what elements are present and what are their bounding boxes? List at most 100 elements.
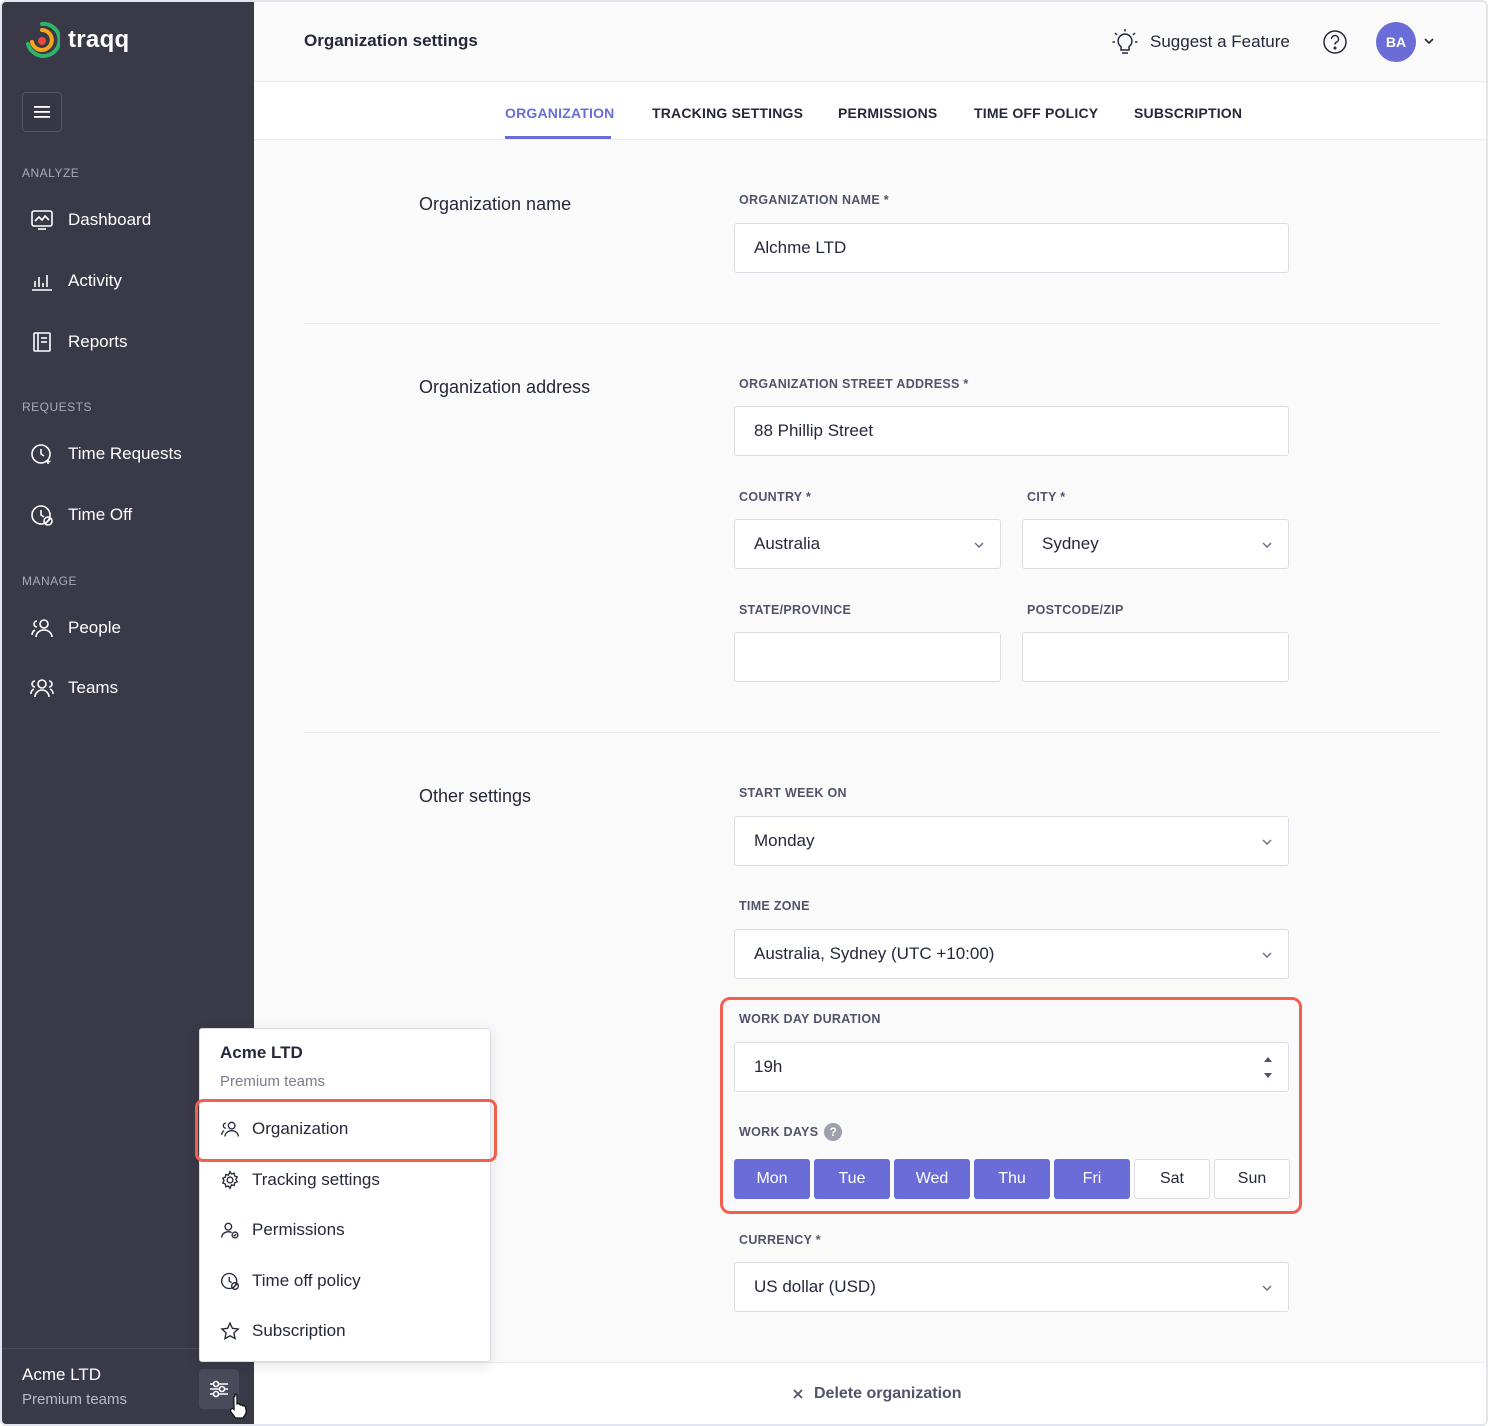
day-toggle-sat[interactable]: Sat: [1134, 1159, 1210, 1199]
activity-icon: [32, 275, 52, 291]
reports-icon: [33, 332, 51, 352]
sidebar-item-reports[interactable]: Reports: [30, 327, 128, 357]
popup-item-label: Tracking settings: [252, 1170, 380, 1189]
dashboard-icon: [31, 210, 53, 230]
hamburger-menu-button[interactable]: [22, 92, 62, 132]
chevron-down-icon: [974, 542, 984, 548]
tab-subscription[interactable]: SUBSCRIPTION: [1134, 105, 1242, 121]
street-address-value: 88 Phillip Street: [754, 421, 874, 440]
start-week-value: Monday: [754, 831, 815, 850]
sidebar-item-label: People: [68, 618, 121, 637]
lightbulb-icon: [1112, 29, 1138, 54]
sidebar-item-label: Activity: [68, 271, 122, 290]
bottom-bar: Delete organization: [254, 1362, 1486, 1424]
sidebar-item-dashboard[interactable]: Dashboard: [30, 205, 151, 235]
day-toggle-tue[interactable]: Tue: [814, 1159, 890, 1199]
question-circle-icon: [1323, 30, 1347, 54]
workday-duration-stepper[interactable]: 19h: [734, 1042, 1289, 1092]
active-tab-indicator: [505, 136, 611, 139]
day-toggle-thu[interactable]: Thu: [974, 1159, 1050, 1199]
timezone-select[interactable]: Australia, Sydney (UTC +10:00): [734, 929, 1289, 979]
hamburger-icon: [34, 106, 50, 118]
sidebar-item-label: Time Requests: [68, 444, 182, 463]
popup-item-permissions[interactable]: Permissions: [220, 1220, 345, 1240]
sidebar-item-time-off[interactable]: Time Off: [30, 500, 132, 530]
sidebar-item-label: Time Off: [68, 505, 133, 524]
divider: [304, 323, 1440, 324]
avatar[interactable]: BA: [1376, 22, 1416, 62]
state-input[interactable]: [734, 632, 1001, 682]
workday-duration-label: WORK DAY DURATION: [739, 1012, 881, 1026]
sidebar-item-time-requests[interactable]: Time Requests: [30, 439, 182, 469]
sidebar-item-people[interactable]: People: [30, 613, 121, 643]
logo[interactable]: traqq: [24, 20, 130, 60]
delete-organization-button[interactable]: Delete organization: [792, 1385, 962, 1403]
teams-icon: [30, 679, 54, 698]
day-toggle-mon[interactable]: Mon: [734, 1159, 810, 1199]
organization-item-highlight: [195, 1099, 497, 1162]
sidebar-item-label: Reports: [68, 332, 128, 351]
state-label: STATE/PROVINCE: [739, 603, 852, 617]
chevron-down-icon: [1262, 839, 1272, 845]
tab-organization[interactable]: ORGANIZATION: [505, 105, 614, 121]
city-label: CITY *: [1027, 490, 1066, 504]
stepper-arrows-icon[interactable]: [1262, 1053, 1274, 1083]
app-window: traqq ANALYZE Dashboard Activity Reports…: [0, 0, 1488, 1426]
country-value: Australia: [754, 534, 821, 553]
start-week-select[interactable]: Monday: [734, 816, 1289, 866]
sidebar-item-teams[interactable]: Teams: [30, 673, 118, 703]
popup-item-tracking-settings[interactable]: Tracking settings: [220, 1170, 380, 1190]
org-name-input[interactable]: Alchme LTD: [734, 223, 1289, 273]
popup-item-label: Permissions: [252, 1220, 345, 1239]
day-toggle-sun[interactable]: Sun: [1214, 1159, 1290, 1199]
info-icon[interactable]: ?: [824, 1123, 843, 1141]
chevron-down-icon: [1262, 952, 1272, 958]
suggest-feature-label: Suggest a Feature: [1150, 32, 1290, 51]
tab-time-off-policy[interactable]: TIME OFF POLICY: [974, 105, 1098, 121]
start-week-label: START WEEK ON: [739, 786, 847, 800]
logo-text: traqq: [68, 26, 130, 53]
popup-org-plan: Premium teams: [220, 1073, 326, 1090]
section-label-analyze: ANALYZE: [22, 166, 80, 180]
footer-org-plan: Premium teams: [22, 1391, 128, 1408]
suggest-feature-button[interactable]: Suggest a Feature: [1112, 28, 1290, 56]
city-select[interactable]: Sydney: [1022, 519, 1289, 569]
sidebar-item-label: Teams: [68, 678, 119, 697]
country-select[interactable]: Australia: [734, 519, 1001, 569]
delete-organization-label: Delete organization: [814, 1385, 962, 1402]
org-name-label: ORGANIZATION NAME *: [739, 193, 889, 207]
street-address-label: ORGANIZATION STREET ADDRESS *: [739, 377, 969, 391]
page-title: Organization settings: [304, 31, 478, 50]
sidebar-item-activity[interactable]: Activity: [30, 266, 122, 296]
section-title-other-settings: Other settings: [419, 786, 532, 806]
country-label: COUNTRY *: [739, 490, 812, 504]
close-icon: [793, 1389, 803, 1399]
section-label-requests: REQUESTS: [22, 400, 93, 414]
popup-item-subscription[interactable]: Subscription: [220, 1321, 346, 1341]
help-button[interactable]: [1322, 29, 1348, 60]
section-title-org-address: Organization address: [419, 377, 591, 397]
street-address-input[interactable]: 88 Phillip Street: [734, 406, 1289, 456]
top-header: Organization settings Suggest a Feature …: [254, 2, 1486, 82]
day-toggle-wed[interactable]: Wed: [894, 1159, 970, 1199]
section-title-org-name: Organization name: [419, 194, 572, 214]
chevron-down-icon[interactable]: [1422, 34, 1436, 48]
currency-select[interactable]: US dollar (USD): [734, 1262, 1289, 1312]
postcode-label: POSTCODE/ZIP: [1027, 603, 1124, 617]
tab-permissions[interactable]: PERMISSIONS: [838, 105, 937, 121]
traqq-logo-icon: [26, 21, 60, 58]
section-label-manage: MANAGE: [22, 574, 78, 588]
sliders-icon: [210, 1380, 228, 1398]
gear-icon: [221, 1170, 239, 1190]
time-requests-icon: [31, 444, 51, 464]
work-days-label: WORK DAYS: [739, 1125, 819, 1139]
workday-duration-value: 19h: [754, 1057, 783, 1076]
timezone-value: Australia, Sydney (UTC +10:00): [754, 944, 995, 963]
tab-tracking-settings[interactable]: TRACKING SETTINGS: [652, 105, 803, 121]
settings-tabs: ORGANIZATION TRACKING SETTINGS PERMISSIO…: [254, 83, 1486, 140]
footer-org-name: Acme LTD: [22, 1365, 102, 1384]
postcode-input[interactable]: [1022, 632, 1289, 682]
sidebar-item-label: Dashboard: [68, 210, 152, 229]
day-toggle-fri[interactable]: Fri: [1054, 1159, 1130, 1199]
popup-item-time-off-policy[interactable]: Time off policy: [220, 1271, 361, 1291]
